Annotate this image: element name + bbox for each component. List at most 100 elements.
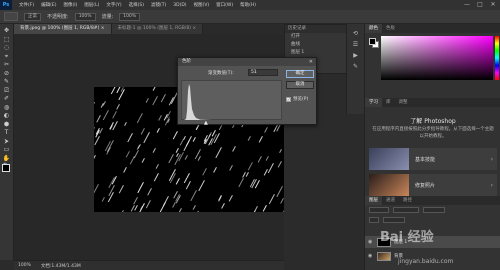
document-tabs: 背景.jpeg @ 100% (图层 1, RGB/8#) × 未标题-1 @ … — [14, 24, 284, 34]
rain-streak — [147, 188, 153, 196]
menu-3d[interactable]: 3D(D) — [173, 3, 186, 8]
rain-streak — [245, 172, 250, 177]
rain-streak — [94, 102, 95, 112]
properties-panel-icon[interactable]: ☰ — [351, 41, 360, 48]
opacity-input[interactable]: 100% — [74, 12, 96, 21]
value-field-label: 渐变数值(T): — [208, 71, 234, 76]
rain-streak — [197, 155, 202, 161]
tab-adjustments[interactable]: 调整 — [395, 98, 412, 107]
preview-checkbox-row[interactable]: ✓ 预览(P) — [286, 96, 308, 102]
flow-input[interactable]: 100% — [119, 12, 141, 21]
ok-button[interactable]: 确定 — [286, 70, 314, 78]
menu-view[interactable]: 视图(V) — [194, 2, 210, 8]
rain-streak — [115, 103, 120, 110]
eye-icon[interactable]: ◉ — [368, 239, 374, 245]
lock-icon[interactable] — [369, 217, 379, 223]
foreground-color-swatch[interactable] — [2, 164, 10, 172]
rain-streak — [140, 127, 146, 135]
tab-channels[interactable]: 通道 — [382, 196, 399, 205]
actions-panel-icon[interactable]: ▶ — [351, 52, 360, 59]
rain-streak — [192, 204, 196, 210]
rain-streak — [232, 145, 237, 152]
menu-filter[interactable]: 滤镜(T) — [151, 2, 166, 8]
lasso-tool-icon[interactable]: ◌ — [2, 44, 11, 51]
tab-swatches[interactable]: 色板 — [382, 24, 399, 33]
opacity-label: 不透明度: — [47, 14, 69, 20]
rain-streak — [157, 127, 161, 133]
tab-layers[interactable]: 图层 — [365, 196, 382, 205]
rain-streak — [152, 87, 156, 91]
layer-opacity-input[interactable] — [423, 207, 445, 213]
rain-streak — [213, 167, 218, 173]
type-tool-icon[interactable]: T — [2, 129, 11, 136]
eraser-tool-icon[interactable]: ◐ — [2, 112, 11, 119]
menu-edit[interactable]: 编辑(E) — [41, 2, 56, 8]
path-select-tool-icon[interactable]: ⮞ — [2, 138, 11, 145]
hue-slider[interactable] — [495, 36, 499, 80]
history-panel-icon[interactable]: ⟲ — [351, 30, 360, 37]
learn-card-basic-skills[interactable]: 基本技能 › — [369, 148, 497, 170]
quick-select-tool-icon[interactable]: ⌖ — [2, 53, 11, 60]
panel-foreground-color[interactable] — [369, 38, 376, 45]
watermark: Bai 经验 — [380, 230, 434, 245]
gradient-tool-icon[interactable]: ⬢ — [2, 121, 11, 128]
rain-streak — [163, 195, 170, 206]
rain-streak — [229, 165, 234, 172]
menu-image[interactable]: 图像(I) — [63, 2, 77, 8]
tab-document-2[interactable]: 未标题-1 @ 100% (图层 1, RGB/8) × — [111, 24, 204, 34]
shape-tool-icon[interactable]: ▭ — [2, 146, 11, 153]
learn-title: 了解 Photoshop — [410, 118, 456, 125]
menu-help[interactable]: 帮助(H) — [240, 2, 256, 8]
crop-tool-icon[interactable]: ✂ — [2, 61, 11, 68]
marquee-tool-icon[interactable]: ⬚ — [2, 36, 11, 43]
rain-streak — [190, 189, 198, 201]
menu-window[interactable]: 窗口(W) — [216, 2, 233, 8]
histogram-graph — [184, 84, 212, 120]
layers-panel-tabs: 图层 通道 路径 — [365, 196, 500, 205]
rain-streak — [265, 155, 269, 161]
blend-mode-select[interactable]: 正常 — [24, 12, 41, 21]
history-brush-tool-icon[interactable]: ◍ — [2, 104, 11, 111]
brush-tool-icon[interactable]: ⎚ — [2, 87, 11, 94]
move-tool-icon[interactable]: ✥ — [2, 27, 11, 34]
learn-panel-tabs: 学习 库 调整 — [365, 98, 500, 107]
close-window-button[interactable]: ✕ — [488, 1, 498, 9]
eyedropper-tool-icon[interactable]: ⊘ — [2, 70, 11, 77]
rain-streak — [217, 195, 222, 202]
hand-tool-icon[interactable]: ✋ — [2, 155, 11, 162]
value-input[interactable]: 51 — [248, 69, 278, 76]
fill-input[interactable] — [383, 217, 405, 223]
minimize-button[interactable]: — — [462, 1, 472, 9]
histogram-slider-handle[interactable]: ▲ — [204, 120, 208, 126]
rain-streak — [247, 161, 253, 171]
stamp-tool-icon[interactable]: ✐ — [2, 95, 11, 102]
zoom-level[interactable]: 100% — [18, 263, 31, 268]
layer-filter-select[interactable] — [369, 207, 389, 213]
healing-tool-icon[interactable]: ✎ — [2, 78, 11, 85]
rain-streak — [269, 193, 276, 204]
rain-streak — [263, 126, 268, 133]
menu-type[interactable]: 文字(Y) — [106, 2, 121, 8]
rain-streak — [184, 154, 188, 160]
brush-panel-icon[interactable]: ✎ — [351, 63, 360, 70]
preview-checkbox[interactable]: ✓ — [286, 96, 291, 102]
menu-file[interactable]: 文件(F) — [19, 2, 34, 8]
maximize-button[interactable]: □ — [475, 1, 485, 9]
cancel-button[interactable]: 取消 — [286, 81, 314, 89]
tab-learn[interactable]: 学习 — [365, 98, 382, 107]
learn-card-fix-photo[interactable]: 修复照片 › — [369, 174, 497, 196]
tab-color[interactable]: 颜色 — [365, 24, 382, 33]
tab-paths[interactable]: 路径 — [399, 196, 416, 205]
tool-preset-picker[interactable] — [4, 12, 18, 21]
menu-layer[interactable]: 图层(L) — [84, 2, 99, 8]
blend-mode-select[interactable] — [393, 207, 419, 213]
tab-libraries[interactable]: 库 — [382, 98, 395, 107]
color-picker-field[interactable] — [381, 36, 493, 80]
rain-streak — [238, 177, 245, 188]
eye-icon[interactable]: ◉ — [368, 253, 374, 259]
watermark-url: jingyan.baidu.com — [398, 258, 454, 265]
tab-document-1[interactable]: 背景.jpeg @ 100% (图层 1, RGB/8#) × — [14, 24, 112, 34]
tools-panel: ✥ ⬚ ◌ ⌖ ✂ ⊘ ✎ ⎚ ✐ ◍ ◐ ⬢ T ⮞ ▭ ✋ 🔍 — [0, 24, 14, 260]
close-icon[interactable]: ✕ — [309, 58, 313, 66]
menu-select[interactable]: 选择(S) — [129, 2, 144, 8]
